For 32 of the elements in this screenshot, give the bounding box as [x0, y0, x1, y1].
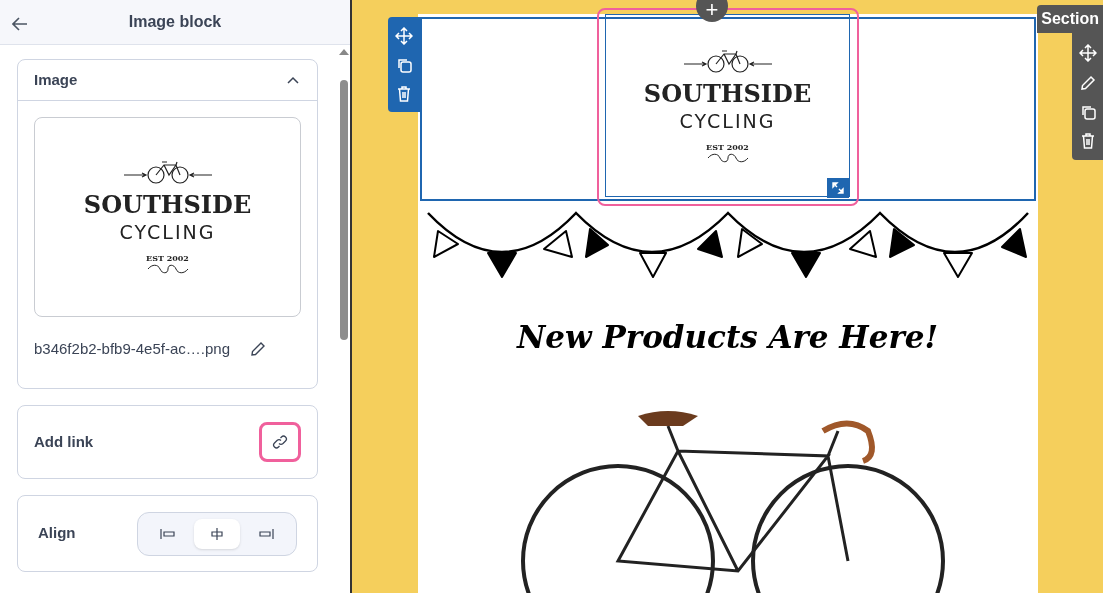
logo-subtitle: CYCLING	[119, 220, 216, 244]
section-tag: Section	[1037, 5, 1103, 33]
file-name: b346f2b2-bfb9-4e5f-ac….png	[34, 338, 230, 359]
logo-wordmark: SOUTHSIDE	[643, 78, 812, 109]
move-icon[interactable]	[1078, 43, 1097, 62]
panel-title: Image block	[128, 12, 222, 32]
logo-subtitle: CYCLING	[679, 108, 776, 133]
flourish-icon	[705, 152, 750, 163]
section-title: Image	[34, 69, 78, 90]
logo-caption: EST 2002	[706, 140, 749, 153]
link-icon	[272, 434, 288, 450]
image-preview[interactable]: SOUTHSIDE CYCLING EST 2002	[34, 117, 301, 317]
section-label: Add link	[34, 431, 94, 452]
email-heading: New Products Are Here!	[516, 318, 939, 357]
pencil-icon[interactable]	[250, 341, 266, 357]
add-button[interactable]: +	[696, 0, 728, 22]
section-label: Align	[38, 523, 76, 544]
bicycle-icon	[683, 48, 772, 75]
resize-icon[interactable]	[826, 178, 849, 198]
flourish-icon	[145, 264, 190, 274]
link-button[interactable]	[259, 422, 301, 462]
bicycle-icon	[123, 160, 212, 186]
duplicate-icon[interactable]	[396, 57, 412, 74]
logo-wordmark: SOUTHSIDE	[83, 190, 252, 220]
logo-image[interactable]: SOUTHSIDE CYCLING EST 2002	[605, 14, 850, 197]
duplicate-icon[interactable]	[1079, 104, 1096, 121]
trash-icon[interactable]	[397, 85, 411, 102]
trash-icon[interactable]	[1080, 133, 1095, 150]
align-center-icon	[209, 525, 225, 542]
align-center-button[interactable]	[194, 518, 240, 549]
move-icon[interactable]	[395, 27, 413, 46]
logo-caption: EST 2002	[146, 252, 189, 264]
